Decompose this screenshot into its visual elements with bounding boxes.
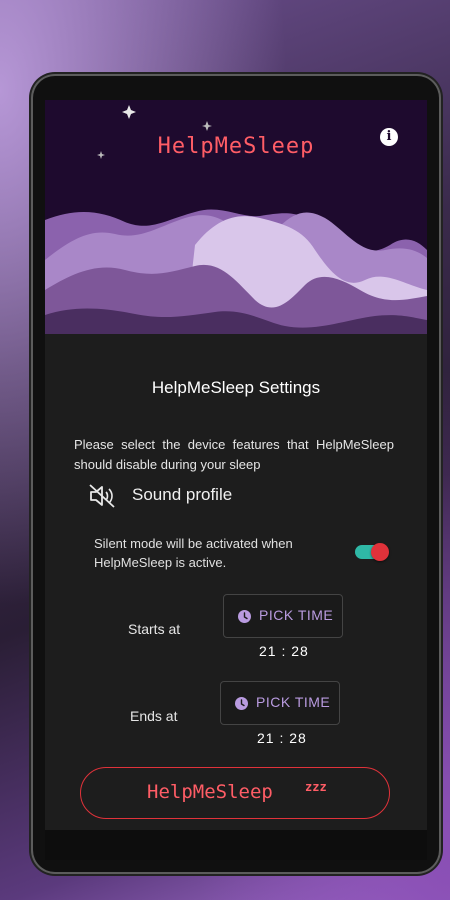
toggle-thumb [371, 543, 389, 561]
volume-off-icon [89, 484, 115, 508]
starts-at-label: Starts at [128, 621, 181, 637]
clock-icon [238, 610, 251, 623]
helpmesleep-start-button[interactable]: HelpMeSleep zzz [80, 767, 390, 819]
silent-mode-description: Silent mode will be activated when HelpM… [94, 536, 293, 570]
app-title: HelpMeSleep [157, 134, 315, 159]
start-time-value: 21 : 28 [259, 643, 309, 659]
end-pick-time-button[interactable]: PICK TIME [220, 681, 340, 725]
end-pick-time-label: PICK TIME [256, 694, 331, 710]
info-icon[interactable]: i [380, 128, 398, 146]
clock-icon [235, 697, 248, 710]
ends-at-label: Ends at [130, 708, 178, 724]
silent-mode-toggle[interactable] [355, 543, 389, 561]
page-title: HelpMeSleep Settings [151, 378, 321, 397]
start-pick-time-label: PICK TIME [259, 607, 334, 623]
header-banner: HelpMeSleep i [45, 100, 427, 334]
cta-zzz: zzz [305, 780, 327, 794]
app-screen: HelpMeSleep i HelpMeSleep Settings Pleas… [45, 100, 427, 830]
system-nav-bar [45, 830, 427, 860]
cta-label: HelpMeSleep [147, 781, 273, 803]
settings-description: Please select the device features that H… [74, 437, 394, 472]
sound-profile-label: Sound profile [132, 485, 233, 504]
end-time-value: 21 : 28 [257, 730, 307, 746]
start-pick-time-button[interactable]: PICK TIME [223, 594, 343, 638]
